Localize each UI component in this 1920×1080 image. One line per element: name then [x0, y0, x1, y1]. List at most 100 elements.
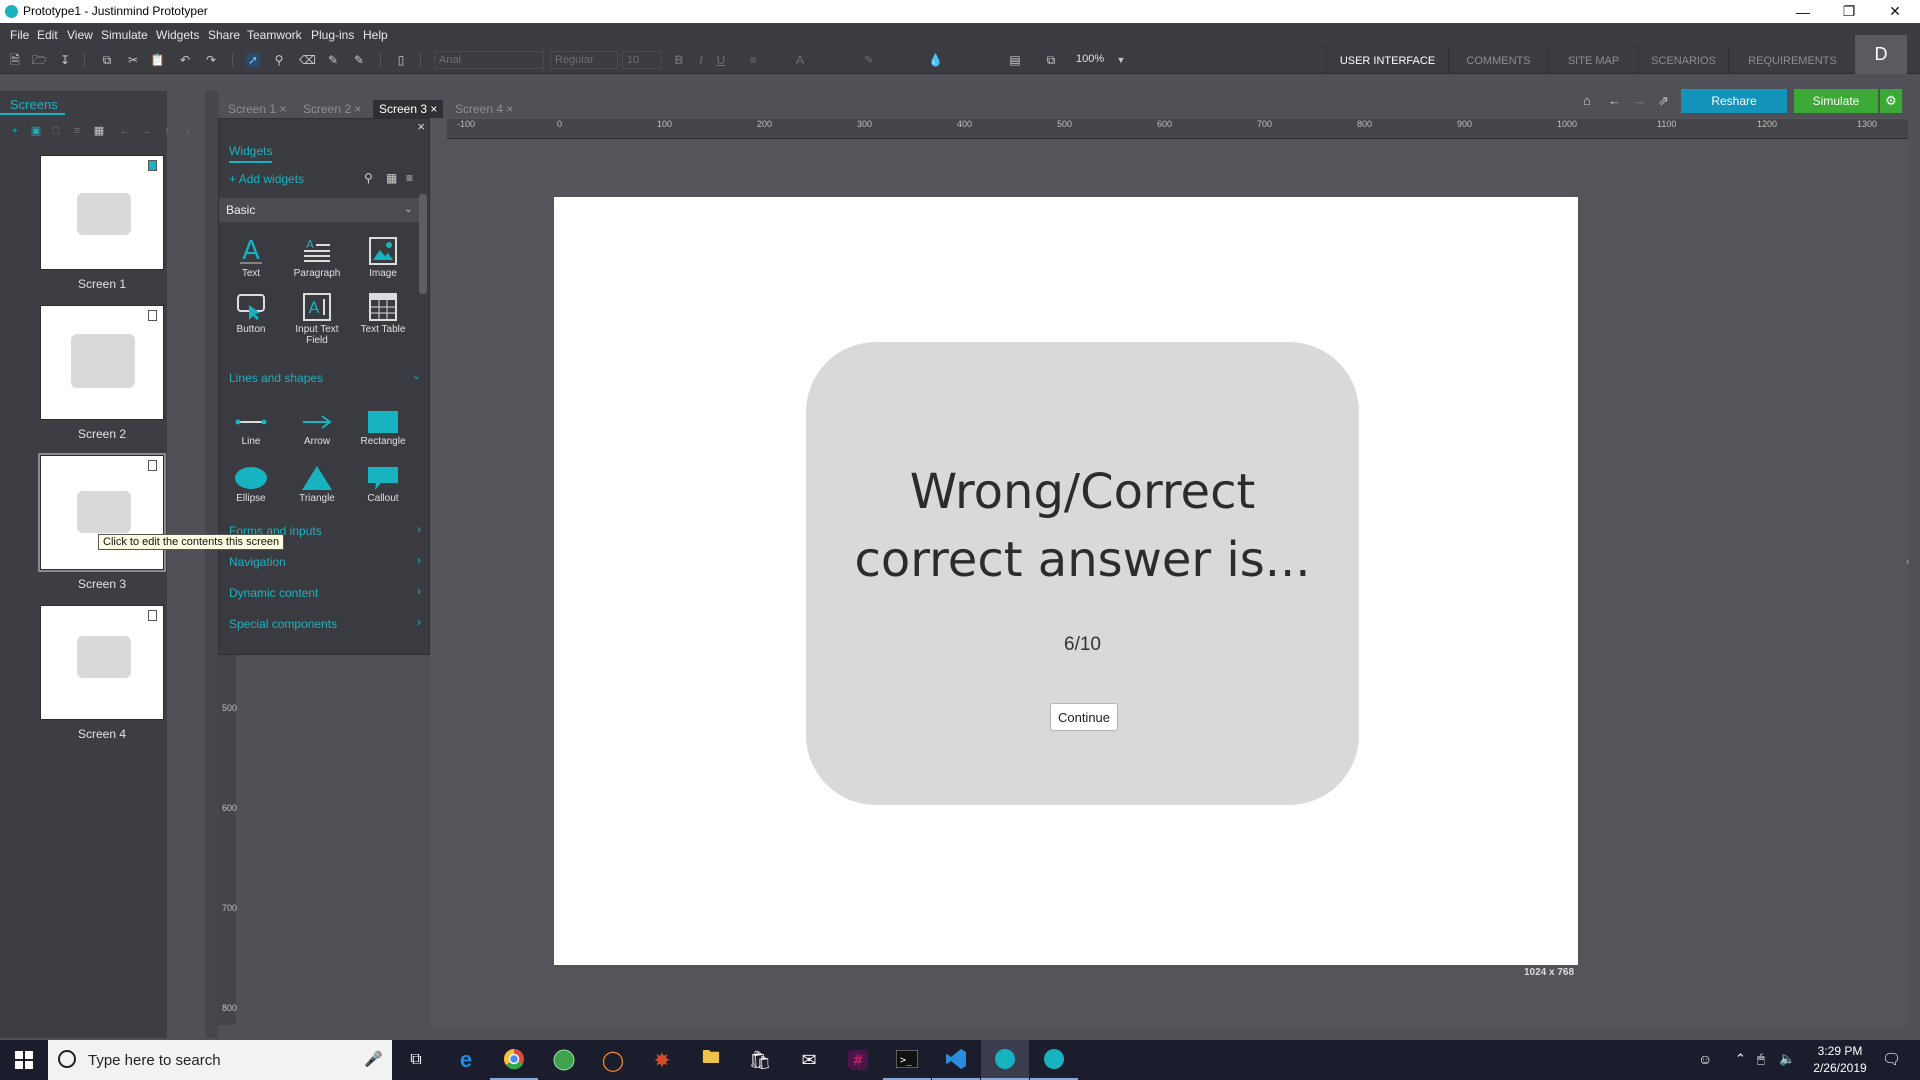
grid-view-icon[interactable]: ▦	[386, 171, 397, 185]
tab-site-map[interactable]: SITE MAP	[1548, 47, 1638, 74]
widget-input-text-field[interactable]: A Input Text Field	[287, 293, 347, 346]
redo-icon[interactable]: ↷	[204, 53, 218, 67]
zoom-level[interactable]: 100%	[1076, 53, 1104, 65]
volume-icon[interactable]: 🔈	[1779, 1051, 1795, 1067]
widget-ellipse[interactable]: Ellipse	[221, 466, 281, 504]
fill-color-icon[interactable]: 💧	[928, 53, 943, 67]
widget-triangle[interactable]: Triangle	[287, 466, 347, 504]
undo-icon[interactable]: ↶	[178, 53, 192, 67]
system-clock[interactable]: 3:29 PM 2/26/2019	[1795, 1043, 1885, 1077]
back-arrow-icon[interactable]: ←	[1608, 93, 1621, 108]
menu-help[interactable]: Help	[363, 28, 388, 42]
menu-simulate[interactable]: Simulate	[101, 28, 148, 42]
game-app-icon[interactable]: ✸	[638, 1040, 686, 1080]
reshare-button[interactable]: Reshare	[1681, 89, 1787, 113]
screen-tab-2[interactable]: Screen 2 ×	[297, 100, 367, 118]
justinmind-taskbar-icon[interactable]	[981, 1040, 1029, 1080]
bold-icon[interactable]: B	[672, 53, 686, 67]
menu-file[interactable]: File	[10, 28, 29, 42]
search-icon[interactable]: ⚲	[364, 171, 373, 185]
result-heading[interactable]: Wrong/Correct correct answer is...	[806, 458, 1359, 594]
arrange-icon[interactable]: ▤	[1008, 53, 1022, 67]
continue-button[interactable]: Continue	[1050, 703, 1118, 731]
screen-tab-3[interactable]: Screen 3 ×	[373, 100, 444, 118]
close-tab-icon[interactable]: ×	[354, 102, 361, 116]
section-navigation[interactable]: Navigation	[229, 555, 286, 569]
menu-plugins[interactable]: Plug-ins	[311, 28, 354, 42]
cut-icon[interactable]: ✂	[126, 53, 140, 67]
zoom-dropdown-icon[interactable]: ▼	[1114, 53, 1128, 67]
screen-thumbnail-3[interactable]	[38, 453, 166, 572]
screen-label-2[interactable]: Screen 2	[40, 427, 164, 441]
taskbar-search-input[interactable]: Type here to search 🎤	[48, 1040, 392, 1080]
font-weight-select[interactable]: Regular	[550, 51, 618, 69]
align-icon[interactable]: ≡	[746, 53, 760, 67]
move-right-icon[interactable]: →	[140, 125, 152, 137]
vscode-icon[interactable]	[932, 1040, 980, 1080]
tab-comments[interactable]: COMMENTS	[1448, 47, 1548, 74]
widget-rectangle[interactable]: Rectangle	[353, 411, 413, 447]
close-tab-icon[interactable]: ×	[279, 102, 286, 116]
tab-widgets[interactable]: Widgets	[229, 144, 273, 163]
group-icon[interactable]: ⧉	[1044, 53, 1058, 67]
tab-screens[interactable]: Screens	[0, 93, 65, 115]
screen-thumbnail-2[interactable]	[40, 305, 164, 420]
widget-paragraph[interactable]: A Paragraph	[287, 237, 347, 279]
simulate-button[interactable]: Simulate	[1794, 89, 1878, 113]
add-template-icon[interactable]: ▣	[30, 125, 42, 137]
simulate-settings-icon[interactable]: ⚙	[1880, 89, 1902, 113]
copy-icon[interactable]: ⧉	[100, 53, 114, 67]
store-icon[interactable]: 🛍	[736, 1040, 784, 1080]
tab-scenarios[interactable]: SCENARIOS	[1638, 47, 1728, 74]
font-size-select[interactable]: 10	[622, 51, 662, 69]
zoom-icon[interactable]: ⚲	[272, 53, 286, 67]
format-painter-icon[interactable]: ✎	[326, 53, 340, 67]
screen-tab-4[interactable]: Screen 4 ×	[449, 100, 519, 118]
windows-start-icon[interactable]	[0, 1040, 48, 1080]
list-view-icon[interactable]: ≡	[71, 125, 83, 137]
widget-button[interactable]: Button	[221, 293, 281, 335]
grid-view-icon[interactable]: ▦	[93, 125, 105, 137]
widget-arrow[interactable]: Arrow	[287, 411, 347, 447]
blender-icon[interactable]: ◯	[589, 1040, 637, 1080]
screen-page[interactable]: Wrong/Correct correct answer is... 6/10 …	[554, 197, 1578, 965]
edge-browser-icon[interactable]: e	[442, 1040, 490, 1080]
terminal-icon[interactable]: >_	[883, 1040, 931, 1080]
result-dialog[interactable]: Wrong/Correct correct answer is... 6/10 …	[806, 342, 1359, 805]
save-icon[interactable]: ↧	[58, 53, 72, 67]
phone-icon[interactable]: ▯	[394, 53, 408, 67]
italic-icon[interactable]: I	[694, 53, 708, 67]
open-folder-icon[interactable]: 🗁	[32, 53, 47, 67]
user-avatar[interactable]: D	[1855, 35, 1907, 74]
widget-callout[interactable]: Callout	[353, 466, 413, 504]
right-panel-toggle-icon[interactable]: ‹	[1906, 556, 1910, 568]
microphone-icon[interactable]: 🎤	[364, 1050, 383, 1068]
underline-icon[interactable]: U	[714, 53, 728, 67]
new-file-icon[interactable]: 🗎	[8, 53, 22, 67]
notifications-icon[interactable]: 🗨	[1882, 1050, 1901, 1068]
screen-thumbnail-1[interactable]	[40, 155, 164, 270]
minimize-icon[interactable]: —	[1780, 0, 1826, 23]
folder-icon[interactable]: □	[50, 125, 62, 137]
close-tab-icon[interactable]: ×	[506, 102, 513, 116]
select-pointer-icon[interactable]: ➚	[246, 53, 260, 67]
screen-tab-1[interactable]: Screen 1 ×	[222, 100, 292, 118]
section-dynamic-content[interactable]: Dynamic content	[229, 586, 318, 600]
text-color-icon[interactable]: A	[793, 53, 807, 67]
file-explorer-icon[interactable]: 🖿	[687, 1040, 735, 1080]
basic-section-header[interactable]: Basic ⌄	[219, 198, 419, 222]
slack-icon[interactable]: #	[834, 1040, 882, 1080]
menu-widgets[interactable]: Widgets	[156, 28, 199, 42]
screen-thumbnail-4[interactable]	[40, 605, 164, 720]
panel-splitter[interactable]	[205, 91, 218, 1038]
tab-requirements[interactable]: REQUIREMENTS	[1728, 47, 1856, 74]
widget-image[interactable]: Image	[353, 237, 413, 279]
close-tab-icon[interactable]: ×	[430, 102, 437, 116]
screen-label-4[interactable]: Screen 4	[40, 727, 164, 741]
close-panel-icon[interactable]: ×	[417, 119, 425, 134]
menu-share[interactable]: Share	[208, 28, 240, 42]
mail-icon[interactable]: ✉	[785, 1040, 833, 1080]
widget-text-table[interactable]: Text Table	[353, 293, 413, 335]
eraser-icon[interactable]: ⌫	[299, 53, 316, 67]
move-up-icon[interactable]: ↑	[161, 125, 173, 137]
